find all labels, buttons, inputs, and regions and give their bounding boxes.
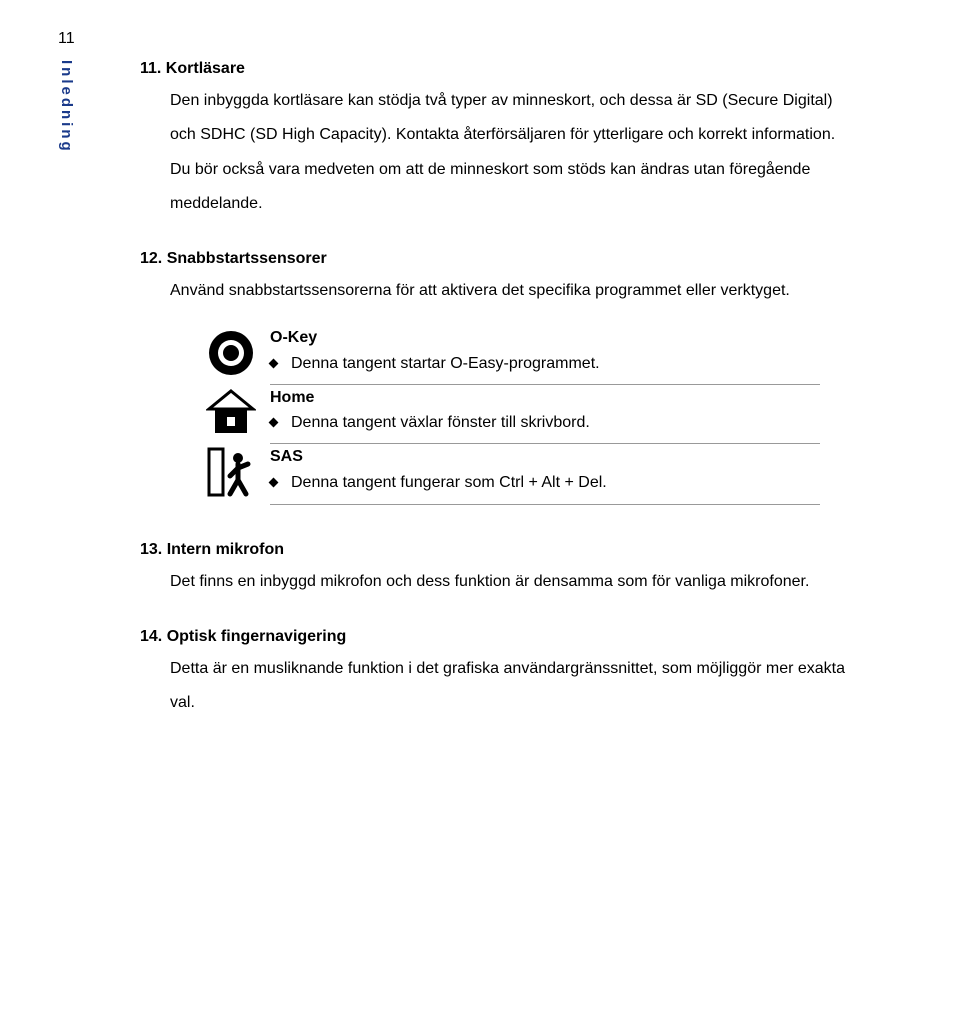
section-11-body: Den inbyggda kortläsare kan stödja två t… — [140, 84, 845, 222]
bullet-diamond-icon — [269, 358, 279, 368]
okey-icon-cell — [200, 326, 270, 385]
section-14-body: Detta är en musliknande funktion i det g… — [140, 652, 845, 721]
home-desc: Denna tangent växlar fönster till skrivb… — [291, 414, 590, 431]
okey-desc-cell: Denna tangent startar O-Easy-programmet. — [270, 351, 820, 385]
section-13-body: Det finns en inbyggd mikrofon och dess f… — [140, 565, 845, 599]
home-desc-cell: Denna tangent växlar fönster till skrivb… — [270, 410, 820, 444]
section-13-heading: 13. Intern mikrofon — [140, 541, 845, 559]
sas-desc-cell: Denna tangent fungerar som Ctrl + Alt + … — [270, 470, 820, 505]
home-icon-cell — [200, 385, 270, 444]
okey-label: O-Key — [270, 326, 820, 351]
okey-icon — [206, 328, 256, 378]
sas-label: SAS — [270, 444, 820, 470]
section-12-body: Använd snabbstartssensorerna för att akt… — [140, 274, 845, 308]
main-content: 11. Kortläsare Den inbyggda kortläsare k… — [140, 60, 845, 749]
section-12-heading: 12. Snabbstartssensorer — [140, 250, 845, 268]
page-number: 11 — [58, 30, 75, 48]
okey-desc: Denna tangent startar O-Easy-programmet. — [291, 355, 600, 372]
sas-icon — [206, 446, 256, 498]
section-14-heading: 14. Optisk fingernavigering — [140, 628, 845, 646]
section-11-heading: 11. Kortläsare — [140, 60, 845, 78]
sas-desc: Denna tangent fungerar som Ctrl + Alt + … — [291, 474, 607, 491]
bullet-diamond-icon — [269, 478, 279, 488]
bullet-diamond-icon — [269, 418, 279, 428]
home-icon — [206, 387, 256, 437]
home-label: Home — [270, 385, 820, 410]
side-tab-label: Inledning — [58, 60, 75, 154]
sas-icon-cell — [200, 444, 270, 505]
key-table: O-Key Denna tangent startar O-Easy-progr… — [200, 326, 820, 506]
